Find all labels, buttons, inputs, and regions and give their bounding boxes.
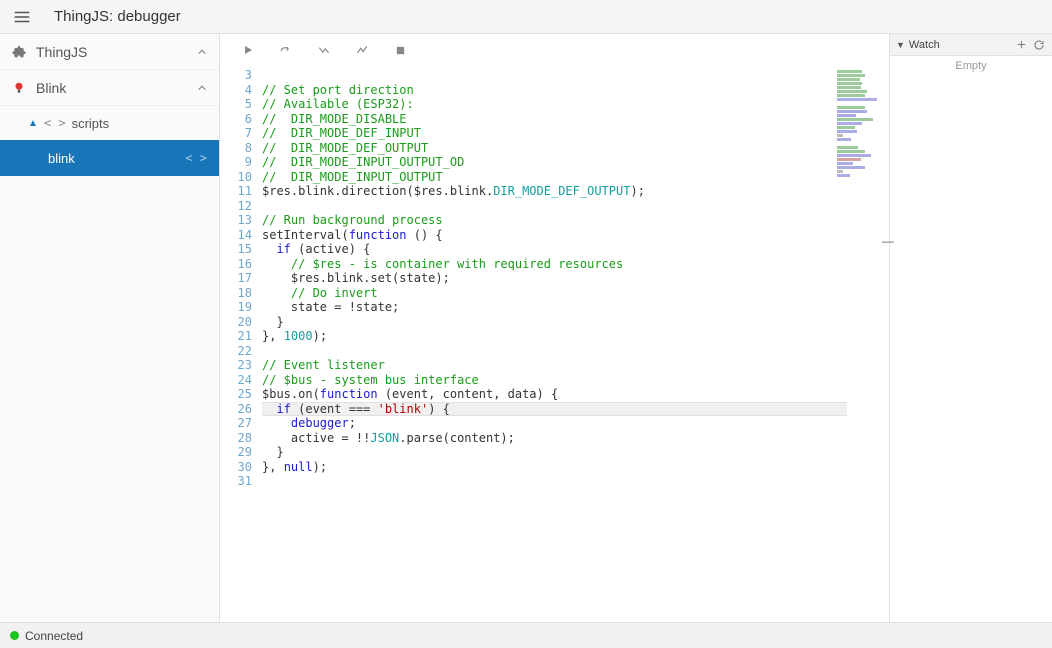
sidebar-item-thingjs[interactable]: ThingJS [0,34,219,70]
app-titlebar: ThingJS: debugger [0,0,1052,34]
chevron-up-icon [195,45,209,59]
play-icon [242,44,254,56]
refresh-icon [1033,39,1045,51]
chevron-up-icon [195,81,209,95]
sidebar-item-scripts[interactable]: ▲ < > scripts [0,106,219,140]
sidebar-item-blink[interactable]: Blink [0,70,219,106]
code-content[interactable]: // Set port direction// Available (ESP32… [262,68,889,622]
step-into-button[interactable] [316,42,332,58]
watch-title: Watch [909,39,1010,51]
watch-empty-text: Empty [890,56,1052,76]
step-over-button[interactable] [278,42,294,58]
status-indicator-icon [10,631,19,640]
triangle-up-icon: ▲ [28,118,38,129]
step-into-icon [316,43,332,57]
code-icon: < > [44,116,66,130]
sidebar-item-label: Blink [36,80,195,96]
sidebar-item-label: scripts [72,116,110,131]
sidebar-item-label: blink [48,151,185,166]
hamburger-icon [13,8,31,26]
plus-icon [1016,39,1027,50]
stop-button[interactable] [392,42,408,58]
watch-panel: ▼ Watch Empty [890,34,1052,622]
step-out-icon [354,43,370,57]
sidebar-item-script-blink[interactable]: blink < > [0,140,219,176]
page-title: ThingJS: debugger [54,8,181,25]
run-button[interactable] [240,42,256,58]
sidebar-item-label: ThingJS [36,44,195,60]
editor-pane: 3456789101112131415161718192021222324252… [220,34,890,622]
debug-toolbar [220,34,889,66]
watch-refresh-button[interactable] [1032,38,1046,52]
watch-panel-header[interactable]: ▼ Watch [890,34,1052,56]
line-number-gutter: 3456789101112131415161718192021222324252… [220,68,262,622]
status-text: Connected [25,629,83,643]
triangle-down-icon: ▼ [896,40,905,50]
status-bar: Connected [0,622,1052,648]
code-editor[interactable]: 3456789101112131415161718192021222324252… [220,34,889,622]
puzzle-icon [10,43,28,61]
stop-icon [395,45,406,56]
code-icon: < > [185,151,207,165]
sidebar: ThingJS Blink ▲ < > scripts bli [0,34,220,622]
bulb-icon [10,79,28,97]
menu-button[interactable] [10,5,34,29]
step-out-button[interactable] [354,42,370,58]
watch-add-button[interactable] [1014,38,1028,52]
step-over-icon [278,43,294,57]
